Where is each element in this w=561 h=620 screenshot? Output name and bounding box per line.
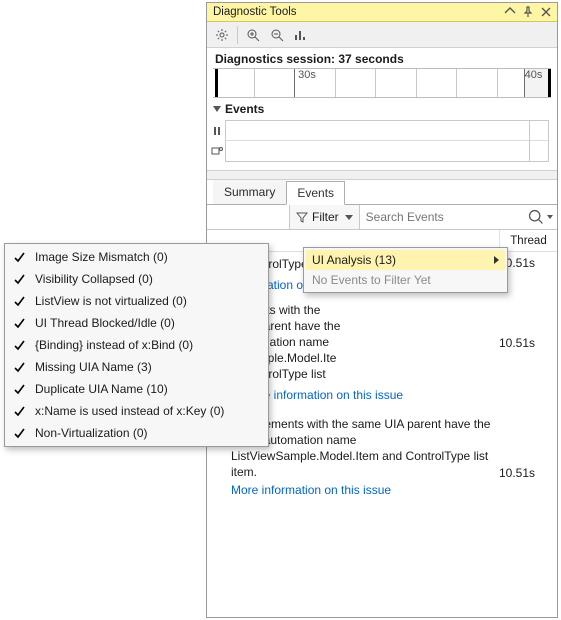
- zoom-in-icon[interactable]: [242, 24, 264, 46]
- intellitrace-icon[interactable]: [208, 145, 226, 157]
- check-icon: [13, 274, 25, 285]
- tab-strip: Summary Events: [207, 180, 557, 204]
- category-item[interactable]: UI Thread Blocked/Idle (0): [7, 312, 266, 334]
- check-icon: [13, 384, 25, 395]
- category-item[interactable]: x:Name is used instead of x:Key (0): [7, 400, 266, 422]
- more-info-link[interactable]: More information on this issue: [243, 388, 549, 402]
- issue-time: 10.51s: [499, 416, 549, 480]
- category-label: {Binding} instead of x:Bind (0): [35, 338, 193, 352]
- issue-text: UIA Elements with the same UIA parent ha…: [231, 417, 490, 479]
- ruler-label-30s: 30s: [298, 69, 316, 81]
- search-box[interactable]: [360, 205, 557, 229]
- toolbar: [207, 22, 557, 48]
- more-info-link[interactable]: More information on this issue: [231, 482, 493, 498]
- issue-text-fragment: ments with the: [243, 302, 493, 318]
- events-track-grid: [225, 120, 549, 162]
- window-title: Diagnostic Tools: [213, 6, 297, 18]
- title-bar: Diagnostic Tools: [207, 3, 557, 22]
- category-label: Missing UIA Name (3): [35, 360, 152, 374]
- tab-summary[interactable]: Summary: [213, 180, 286, 204]
- category-label: ListView is not virtualized (0): [35, 294, 187, 308]
- category-label: Visibility Collapsed (0): [35, 272, 153, 286]
- timeline-ruler[interactable]: 30s 40s: [213, 68, 551, 98]
- window-menu-icon[interactable]: [503, 5, 517, 19]
- category-label: UI Thread Blocked/Idle (0): [35, 316, 175, 330]
- chart-icon[interactable]: [290, 24, 312, 46]
- issue-time: 10.51s: [499, 302, 549, 350]
- category-item[interactable]: Duplicate UIA Name (10): [7, 378, 266, 400]
- ruler-end-marker: [548, 69, 551, 97]
- category-item[interactable]: ListView is not virtualized (0): [7, 290, 266, 312]
- funnel-icon: [296, 211, 308, 223]
- pin-icon[interactable]: [521, 5, 535, 19]
- issue-text-fragment: ControlType list: [243, 366, 493, 382]
- category-label: Non-Virtualization (0): [35, 426, 148, 440]
- category-label: Image Size Mismatch (0): [35, 250, 168, 264]
- check-icon: [13, 318, 25, 329]
- chevron-down-icon: [345, 215, 353, 220]
- search-icon[interactable]: [527, 208, 545, 226]
- filter-menu-item-ui-analysis[interactable]: UI Analysis (13): [306, 250, 505, 270]
- settings-gear-icon[interactable]: [211, 24, 233, 46]
- events-section-header[interactable]: Events: [207, 98, 557, 118]
- issue-text-fragment: Sample.Model.Ite: [243, 350, 493, 366]
- zoom-out-icon[interactable]: [266, 24, 288, 46]
- filter-menu: UI Analysis (13) No Events to Filter Yet: [303, 247, 508, 293]
- category-label: x:Name is used instead of x:Key (0): [35, 404, 224, 418]
- events-section-title: Events: [225, 102, 264, 116]
- collapse-triangle-icon: [213, 106, 221, 112]
- check-icon: [13, 340, 25, 351]
- check-icon: [13, 252, 25, 263]
- ruler-start-marker: [215, 69, 218, 97]
- filter-button[interactable]: Filter: [289, 205, 360, 229]
- session-label: Diagnostics session: 37 seconds: [207, 48, 557, 68]
- toolbar-separator: [237, 26, 238, 44]
- check-icon: [13, 406, 25, 417]
- search-options-caret-icon[interactable]: [547, 215, 553, 219]
- filter-menu-item-no-events: No Events to Filter Yet: [306, 270, 505, 290]
- category-item[interactable]: Image Size Mismatch (0): [7, 246, 266, 268]
- category-item[interactable]: {Binding} instead of x:Bind (0): [7, 334, 266, 356]
- check-icon: [13, 428, 25, 439]
- pause-icon[interactable]: [208, 125, 226, 137]
- filter-label: Filter: [312, 210, 339, 224]
- events-toolbar: Filter: [207, 204, 557, 230]
- category-item[interactable]: Non-Virtualization (0): [7, 422, 266, 444]
- ui-analysis-submenu: Image Size Mismatch (0) Visibility Colla…: [4, 243, 269, 447]
- category-label: Duplicate UIA Name (10): [35, 382, 168, 396]
- check-icon: [13, 296, 25, 307]
- check-icon: [13, 362, 25, 373]
- ruler-label-40s: 40s: [525, 69, 543, 81]
- category-item[interactable]: Visibility Collapsed (0): [7, 268, 266, 290]
- menu-item-label: UI Analysis (13): [312, 253, 396, 267]
- issue-row[interactable]: ments with the IA parent have the utomat…: [243, 302, 549, 382]
- menu-item-label: No Events to Filter Yet: [312, 273, 431, 287]
- splitter[interactable]: [207, 170, 557, 180]
- tab-events[interactable]: Events: [286, 181, 345, 205]
- search-input[interactable]: [364, 209, 525, 225]
- issue-text-fragment: IA parent have the: [243, 318, 493, 334]
- issue-text-fragment: utomation name: [243, 334, 493, 350]
- close-icon[interactable]: [539, 5, 553, 19]
- category-item[interactable]: Missing UIA Name (3): [7, 356, 266, 378]
- submenu-arrow-icon: [494, 256, 499, 264]
